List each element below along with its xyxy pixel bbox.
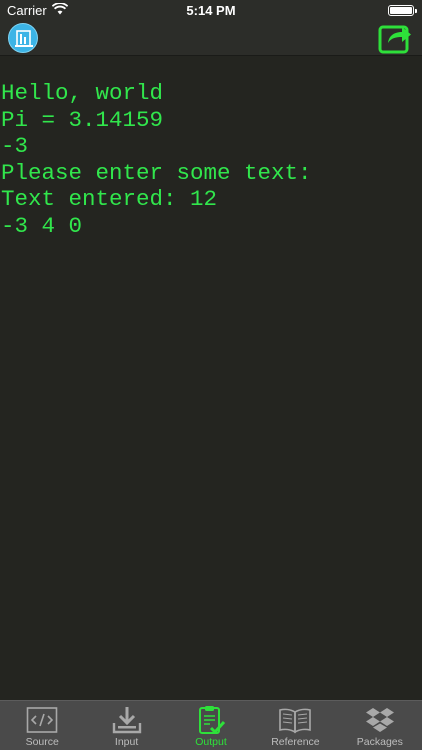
clock: 5:14 PM [186, 3, 236, 18]
tab-label: Source [25, 736, 59, 748]
output-line: -3 4 0 [1, 212, 83, 239]
tab-source[interactable]: Source [0, 701, 84, 750]
book-icon [278, 705, 312, 735]
status-bar: Carrier 5:14 PM [0, 0, 422, 20]
share-icon[interactable] [378, 21, 414, 55]
tab-label: Output [195, 736, 227, 748]
output-console[interactable]: Hello, world Pi = 3.14159 -3 Please ente… [0, 57, 422, 700]
output-line: Text entered: 12 [1, 186, 218, 212]
tab-output[interactable]: Output [169, 701, 253, 750]
code-icon [26, 705, 58, 735]
tab-input[interactable]: Input [84, 701, 168, 750]
tab-label: Packages [356, 736, 403, 748]
output-line: -3 [1, 133, 29, 159]
tab-bar: Source Input Output Reference Packages [0, 700, 422, 750]
clipboard-check-icon [197, 705, 226, 735]
dropbox-icon [365, 705, 395, 735]
tab-label: Input [114, 736, 139, 748]
download-icon [111, 705, 143, 735]
output-line: Hello, world [1, 80, 164, 106]
app-logo-icon[interactable] [8, 23, 38, 53]
tab-packages[interactable]: Packages [338, 701, 422, 750]
tab-reference[interactable]: Reference [253, 701, 337, 750]
output-line: Pi = 3.14159 [1, 106, 164, 133]
output-line: Please enter some text: [1, 159, 312, 186]
tab-label: Reference [271, 736, 320, 748]
nav-bar [0, 20, 422, 56]
battery-icon [388, 5, 417, 16]
